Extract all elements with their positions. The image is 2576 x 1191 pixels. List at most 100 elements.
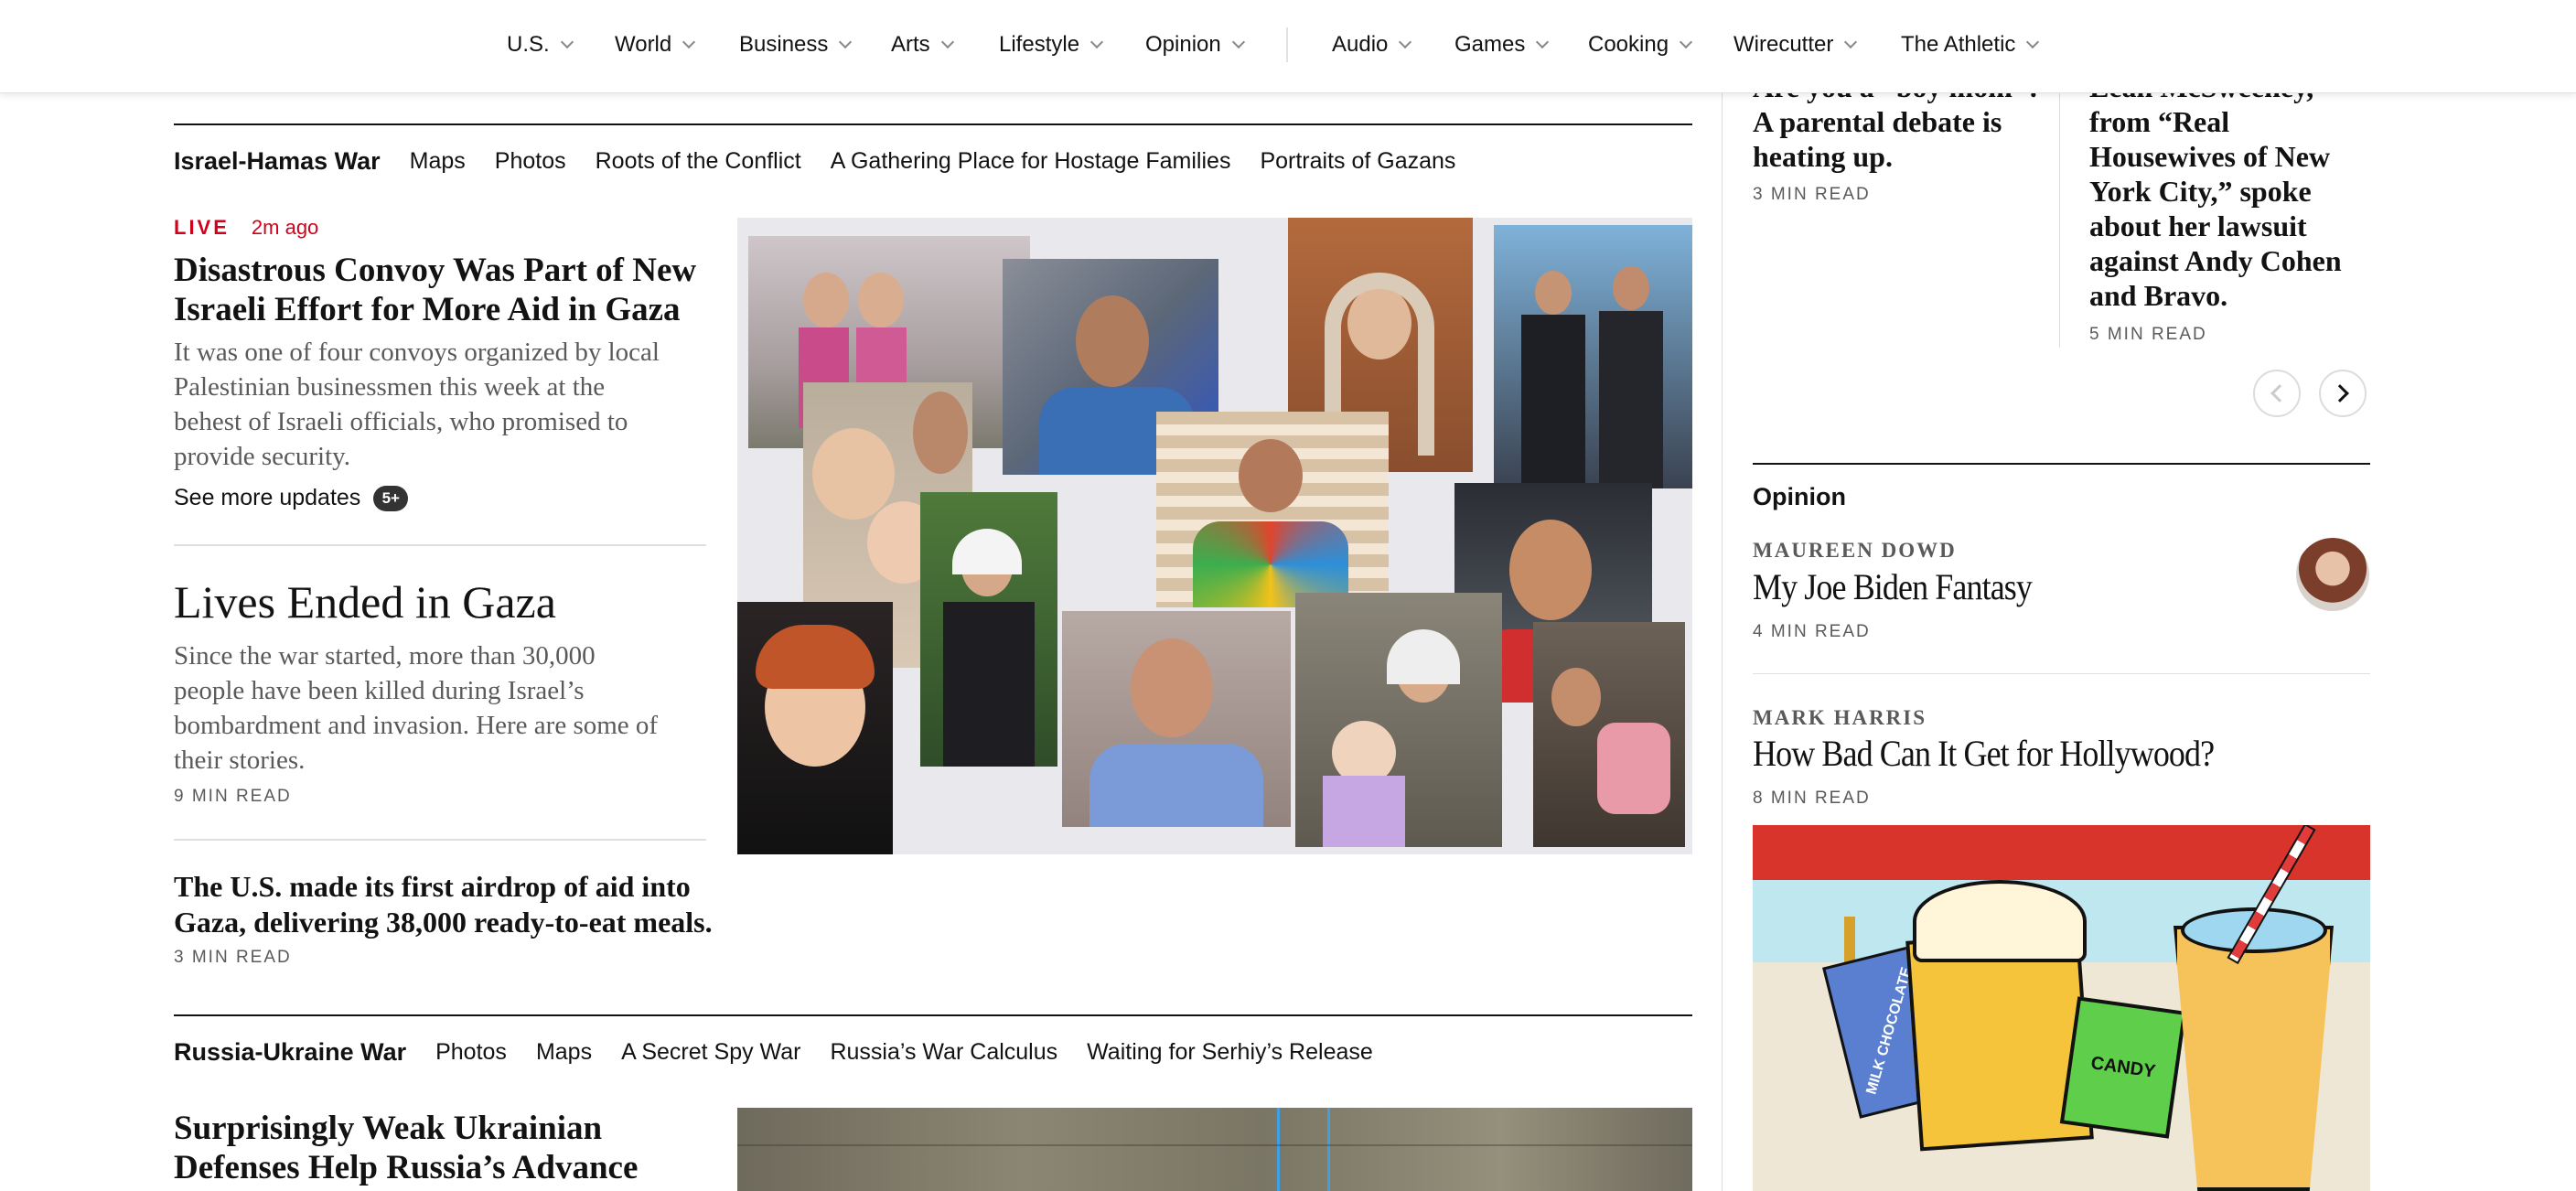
headline-line: Surprisingly Weak Ukrainian — [174, 1110, 603, 1147]
nav-business[interactable]: Business — [739, 31, 853, 59]
nav-label: Business — [739, 32, 829, 57]
story-divider — [174, 544, 706, 546]
aerial-trenches-image[interactable] — [737, 1108, 1692, 1191]
chevron-down-icon — [1089, 35, 1104, 49]
face — [858, 273, 904, 327]
section-link-spy-war[interactable]: A Secret Spy War — [621, 1039, 800, 1066]
live-indicator: LIVE 2m ago — [174, 216, 318, 240]
photo-tile — [1533, 622, 1685, 847]
headline-line: Israeli Effort for More Aid in Gaza — [174, 291, 681, 328]
opinion-headline[interactable]: My Joe Biden Fantasy — [1753, 565, 2033, 608]
section-link-serhiy[interactable]: Waiting for Serhiy’s Release — [1087, 1039, 1373, 1066]
section-link-hostage-families[interactable]: A Gathering Place for Hostage Families — [831, 148, 1231, 175]
headline-line: and Bravo. — [2089, 279, 2228, 312]
lead-summary: It was one of four convoys organized by … — [174, 335, 660, 474]
feature-headline[interactable]: Lives Ended in Gaza — [174, 574, 556, 629]
section-link-maps[interactable]: Maps — [536, 1039, 592, 1066]
headline-line: Housewives of New — [2089, 140, 2331, 173]
chevron-down-icon — [839, 35, 853, 49]
nav-cooking[interactable]: Cooking — [1588, 31, 1693, 59]
opinion-headline[interactable]: How Bad Can It Get for Hollywood? — [1753, 732, 2215, 775]
opinion-divider — [1753, 673, 2370, 674]
nav-label: Cooking — [1588, 32, 1669, 57]
nav-label: Wirecutter — [1733, 32, 1834, 57]
headline-line: The U.S. made its first airdrop of aid i… — [174, 870, 691, 903]
rail-divider — [1722, 93, 1723, 1191]
section-title[interactable]: Israel-Hamas War — [174, 147, 381, 176]
face — [1613, 266, 1649, 310]
nav-label: Audio — [1332, 32, 1389, 57]
headline-line: A parental debate is — [1753, 105, 2002, 138]
hollywood-illustration[interactable]: MILK CHOCOLATE CANDY — [1753, 825, 2370, 1191]
headline-line: heating up. — [1753, 140, 1893, 173]
nav-world[interactable]: World — [615, 31, 696, 59]
carousel-card-headline[interactable]: Leah McSweeney, from “Real Housewives of… — [2089, 70, 2373, 313]
nav-audio[interactable]: Audio — [1332, 31, 1412, 59]
face — [1131, 638, 1213, 737]
summary-line: people have been killed during Israel’s — [174, 676, 585, 705]
photo-tile — [1295, 593, 1502, 847]
chevron-down-icon — [1231, 35, 1245, 49]
author-avatar[interactable] — [2296, 538, 2369, 611]
section-link-maps[interactable]: Maps — [410, 148, 466, 175]
story-divider — [174, 839, 706, 841]
chevron-down-icon — [1844, 35, 1858, 49]
ukraine-headline[interactable]: Surprisingly Weak Ukrainian Defenses Hel… — [174, 1109, 638, 1187]
headline-line: about her lawsuit — [2089, 209, 2307, 242]
summary-line: Palestinian businessmen this week at the — [174, 372, 606, 402]
nav-arts[interactable]: Arts — [891, 31, 954, 59]
opinion-author[interactable]: MARK HARRIS — [1753, 706, 1927, 730]
nav-games[interactable]: Games — [1454, 31, 1550, 59]
feature-summary: Since the war started, more than 30,000 … — [174, 638, 658, 778]
top-navigation: U.S. World Business Arts Lifestyle Opini… — [0, 0, 2576, 93]
nav-opinion[interactable]: Opinion — [1145, 31, 1245, 59]
portraits-collage-image[interactable] — [737, 218, 1692, 854]
section-link-portraits[interactable]: Portraits of Gazans — [1260, 148, 1455, 175]
nav-lifestyle[interactable]: Lifestyle — [999, 31, 1104, 59]
airdrop-headline[interactable]: The U.S. made its first airdrop of aid i… — [174, 869, 713, 940]
nav-label: Arts — [891, 32, 930, 57]
live-label: LIVE — [174, 216, 230, 239]
opinion-section-title[interactable]: Opinion — [1753, 483, 1846, 511]
face — [803, 273, 849, 327]
see-more-updates-link[interactable]: See more updates 5+ — [174, 485, 409, 511]
carousel-next-button[interactable] — [2319, 370, 2367, 417]
nav-the-athletic[interactable]: The Athletic — [1901, 31, 2040, 59]
carousel-prev-button[interactable] — [2253, 370, 2301, 417]
photo-tile — [920, 492, 1057, 767]
nav-us[interactable]: U.S. — [507, 31, 574, 59]
nav-label: Opinion — [1145, 32, 1221, 57]
face — [1239, 439, 1303, 512]
headline-line: York City,” spoke — [2089, 175, 2312, 208]
section-link-war-calculus[interactable]: Russia’s War Calculus — [830, 1039, 1057, 1066]
summary-line: Since the war started, more than 30,000 — [174, 641, 596, 671]
read-time: 4 MIN READ — [1753, 622, 1871, 641]
section-link-photos[interactable]: Photos — [495, 148, 566, 175]
face — [812, 428, 895, 520]
summary-line: bombardment and invasion. Here are some … — [174, 711, 659, 740]
see-more-updates-label: See more updates — [174, 485, 361, 510]
nav-label: U.S. — [507, 32, 550, 57]
photo-tile — [1494, 225, 1692, 488]
nav-wirecutter[interactable]: Wirecutter — [1733, 31, 1858, 59]
opinion-rule — [1753, 463, 2370, 465]
headline-line: Gaza, delivering 38,000 ready-to-eat mea… — [174, 906, 713, 939]
nav-label: Lifestyle — [999, 32, 1080, 57]
section-link-photos[interactable]: Photos — [435, 1039, 507, 1066]
face — [1509, 520, 1592, 620]
nav-label: The Athletic — [1901, 32, 2016, 57]
live-timestamp: 2m ago — [251, 216, 319, 239]
opinion-author[interactable]: MAUREEN DOWD — [1753, 539, 1957, 563]
russia-ukraine-section-bar: Russia-Ukraine War Photos Maps A Secret … — [174, 1034, 1402, 1070]
read-time: 8 MIN READ — [1753, 789, 1871, 808]
israel-hamas-section-bar: Israel-Hamas War Maps Photos Roots of th… — [174, 143, 1485, 179]
chevron-down-icon — [682, 35, 696, 49]
section-title[interactable]: Russia-Ukraine War — [174, 1038, 406, 1067]
chevron-down-icon — [1536, 35, 1550, 49]
lead-headline[interactable]: Disastrous Convoy Was Part of New Israel… — [174, 251, 696, 329]
nav-divider — [1286, 27, 1288, 62]
headline-line: Defenses Help Russia’s Advance — [174, 1149, 639, 1186]
section-link-roots[interactable]: Roots of the Conflict — [596, 148, 801, 175]
photo-tile — [1156, 412, 1389, 607]
face — [1551, 668, 1601, 726]
